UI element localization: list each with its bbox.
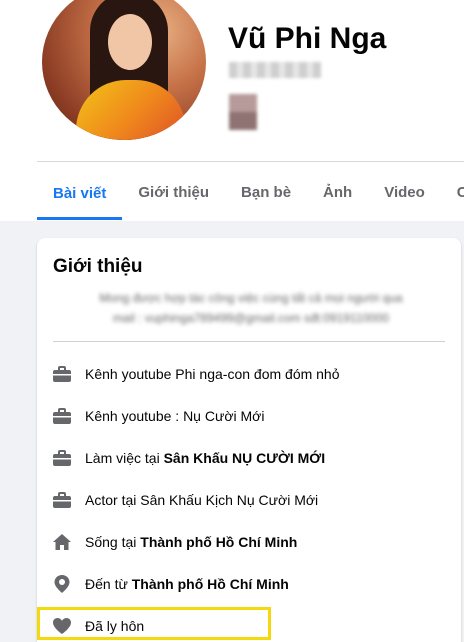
intro-item-text: Kênh youtube : Nụ Cười Mới: [85, 408, 265, 424]
intro-divider: [53, 341, 445, 342]
header-divider: [37, 161, 464, 162]
tab-posts[interactable]: Bài viết: [37, 168, 123, 220]
intro-item-youtube-2: Kênh youtube : Nụ Cười Mới: [51, 402, 264, 430]
home-icon: [51, 531, 73, 553]
tab-videos[interactable]: Video: [368, 168, 441, 216]
intro-item-from: Đến từ Thành phố Hồ Chí Minh: [51, 570, 289, 598]
intro-item-actor: Actor tại Sân Khấu Kịch Nụ Cười Mới: [51, 486, 318, 514]
hometown-link[interactable]: Thành phố Hồ Chí Minh: [132, 576, 289, 592]
briefcase-icon: [51, 405, 73, 427]
city-link[interactable]: Thành phố Hồ Chí Minh: [140, 534, 297, 550]
intro-item-text: Actor tại Sân Khấu Kịch Nụ Cười Mới: [85, 492, 319, 508]
tab-about[interactable]: Giới thiệu: [122, 168, 225, 216]
profile-tabs: Bài viết Giới thiệu Bạn bè Ảnh Video Che: [37, 168, 464, 220]
profile-name: Vũ Phi Nga: [228, 22, 387, 55]
intro-item-text: Đến từ: [85, 576, 132, 592]
location-pin-icon: [51, 573, 73, 595]
intro-item-youtube-1: Kênh youtube Phi nga-con đom đóm nhỏ: [51, 360, 340, 388]
intro-bio: Mong được hợp tác công việc cùng tất cả …: [57, 288, 445, 328]
intro-item-work: Làm việc tại Sân Khấu NỤ CƯỜI MỚI: [51, 444, 325, 472]
intro-item-text: Sống tại: [85, 534, 141, 550]
intro-card: Giới thiệu Mong được hợp tác công việc c…: [37, 238, 461, 642]
tab-friends[interactable]: Bạn bè: [225, 168, 307, 216]
intro-item-text: Kênh youtube Phi nga-con đom đóm nhỏ: [85, 366, 340, 382]
tab-checkins[interactable]: Che: [441, 168, 464, 216]
blurred-friend-count: [229, 62, 321, 78]
workplace-link[interactable]: Sân Khấu NỤ CƯỜI MỚI: [164, 450, 326, 466]
briefcase-icon: [51, 447, 73, 469]
intro-item-lives-in: Sống tại Thành phố Hồ Chí Minh: [51, 528, 297, 556]
tab-photos[interactable]: Ảnh: [307, 168, 368, 216]
briefcase-icon: [51, 489, 73, 511]
bio-line: mail : vuphinga789499@gmail.com sđt:0919…: [112, 311, 390, 325]
highlight-box: [37, 607, 271, 640]
briefcase-icon: [51, 363, 73, 385]
intro-item-text: Làm việc tại: [85, 450, 164, 466]
bio-line: Mong được hợp tác công việc cùng tất cả …: [99, 291, 403, 305]
blurred-friend-avatars: [229, 94, 257, 130]
profile-header: Vũ Phi Nga Bài viết Giới thiệu Bạn bè Ản…: [0, 0, 464, 221]
intro-title: Giới thiệu: [53, 256, 143, 277]
